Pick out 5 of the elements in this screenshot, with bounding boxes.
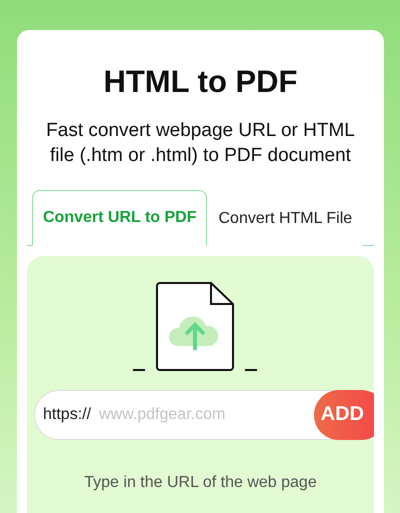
- hint-text: Type in the URL of the web page: [84, 474, 317, 492]
- description-text: Fast convert webpage URL or HTML file (.htm or .html) to PDF document: [45, 119, 356, 168]
- url-field[interactable]: https:// www.pdfgear.com ADD: [34, 390, 374, 440]
- page-title: HTML to PDF: [102, 64, 298, 100]
- url-prefix: https://: [43, 406, 92, 424]
